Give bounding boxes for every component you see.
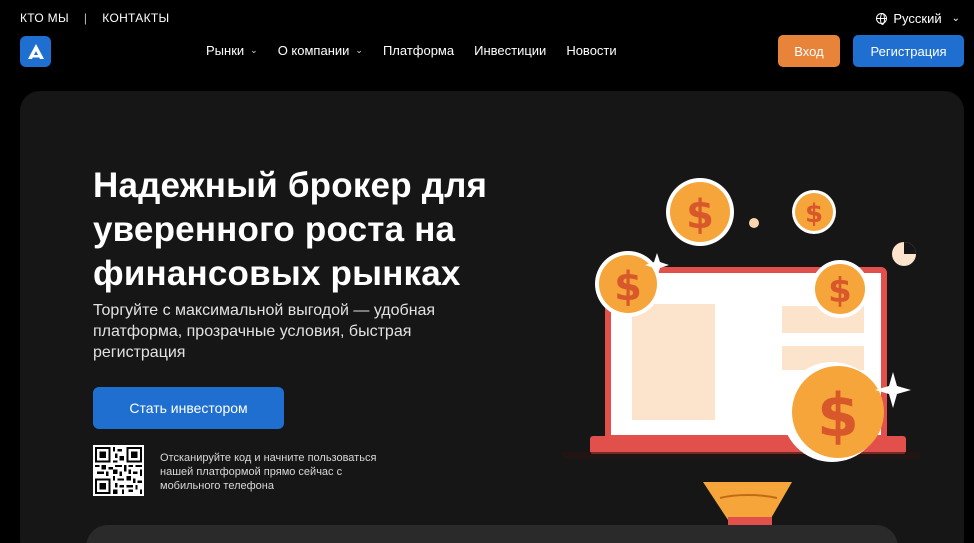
svg-text:$: $ <box>828 271 852 311</box>
qr-code <box>93 445 144 496</box>
nav-item-label: Платформа <box>382 43 455 58</box>
register-button[interactable]: Регистрация <box>853 35 964 67</box>
headline-line: уверенного роста на <box>93 210 456 249</box>
svg-text:$: $ <box>805 199 823 229</box>
money-bag-icon <box>703 482 792 531</box>
globe-icon <box>876 13 888 25</box>
hero-illustration: $ $ $ $ $ <box>560 170 932 531</box>
qr-caption-line: Отсканируйте код и начните пользоваться <box>160 452 377 464</box>
language-label: Русский <box>893 11 942 26</box>
subtitle-line: платформа, прозрачные условия, быстрая <box>93 323 412 340</box>
page-title: Надежный брокер для уверенного роста на … <box>93 164 543 296</box>
pie-chart-icon <box>892 242 916 266</box>
svg-text:$: $ <box>686 192 714 238</box>
qr-caption-line: мобильного телефона <box>160 480 274 492</box>
language-selector[interactable]: Русский ⌄ <box>876 11 960 26</box>
nav-item-investments[interactable]: Инвестиции <box>474 43 546 58</box>
chevron-down-icon: ⌄ <box>355 45 363 55</box>
bottom-panel <box>86 525 898 543</box>
qr-caption-line: нашей платформой прямо сейчас с <box>160 466 343 478</box>
nav-item-label: Новости <box>566 43 617 58</box>
qr-caption: Отсканируйте код и начните пользоваться … <box>160 451 410 493</box>
headline-line: Надежный брокер для <box>93 166 488 205</box>
top-link-about[interactable]: КТО МЫ <box>20 11 69 25</box>
main-nav: Рынки ⌄ О компании ⌄ Платформа Инвестици… <box>206 43 617 58</box>
nav-item-label: Инвестиции <box>474 43 547 58</box>
top-bar: КТО МЫ | КОНТАКТЫ Русский ⌄ <box>0 0 974 36</box>
nav-item-platform[interactable]: Платформа <box>383 43 454 58</box>
nav-item-news[interactable]: Новости <box>566 43 616 58</box>
svg-text:$: $ <box>614 264 642 310</box>
coin-icon: $ <box>595 251 661 317</box>
headline-line: финансовых рынках <box>93 254 461 293</box>
subtitle-line: Торгуйте с максимальной выгодой — удобна… <box>93 302 436 319</box>
nav-item-company[interactable]: О компании ⌄ <box>278 43 363 58</box>
nav-item-label: Рынки <box>206 43 245 58</box>
chevron-down-icon: ⌄ <box>250 45 258 55</box>
top-link-contacts[interactable]: КОНТАКТЫ <box>102 11 169 25</box>
logo-icon[interactable] <box>20 36 51 67</box>
login-button[interactable]: Вход <box>778 35 840 67</box>
nav-item-markets[interactable]: Рынки ⌄ <box>206 43 258 58</box>
subtitle-line: регистрация <box>93 344 186 361</box>
hero-subtitle: Торгуйте с максимальной выгодой — удобна… <box>93 300 473 363</box>
coin-icon: $ <box>666 178 734 246</box>
become-investor-button[interactable]: Стать инвестором <box>93 387 284 429</box>
divider: | <box>83 11 88 25</box>
coin-icon: $ <box>792 190 836 234</box>
coin-icon: $ <box>811 260 869 318</box>
chevron-down-icon: ⌄ <box>951 13 960 24</box>
nav-item-label: О компании <box>277 43 350 58</box>
top-links: КТО МЫ | КОНТАКТЫ <box>20 11 169 25</box>
svg-text:$: $ <box>817 381 859 451</box>
